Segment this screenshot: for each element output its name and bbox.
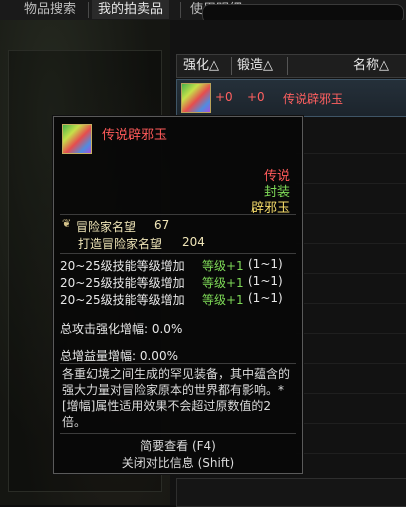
list-item[interactable] — [296, 245, 406, 274]
listing-enhance: +0 — [215, 90, 233, 104]
list-item[interactable] — [296, 305, 406, 334]
list-item[interactable] — [296, 215, 406, 244]
skill-line-bonus: 等级+1 — [202, 293, 244, 307]
column-divider — [287, 57, 288, 75]
item-description: 各重幻境之间生成的罕见装备，其中蕴含的强大力量对冒险家原本的世界都有影响。*[增… — [62, 367, 291, 429]
list-item[interactable] — [296, 425, 406, 454]
item-title: 传说辟邪玉 — [102, 128, 168, 143]
close-compare-hint[interactable]: 关闭对比信息 (Shift) — [54, 454, 302, 471]
listing-forge: +0 — [247, 90, 265, 104]
craft-fame-label: 打造冒险家名望 — [78, 237, 163, 251]
skill-line-bonus: 等级+1 — [202, 259, 244, 273]
list-item[interactable] — [296, 365, 406, 394]
fame-label: 冒险家名望 — [76, 220, 137, 234]
tab-divider — [180, 2, 181, 18]
skill-line-bonus: 等级+1 — [202, 276, 244, 290]
list-item[interactable] — [296, 185, 406, 214]
listing-name: 传说辟邪玉 — [283, 92, 344, 106]
gain-amp-stat: 总增益量增幅: 0.00% — [60, 349, 178, 363]
column-enhance[interactable]: 强化△ — [183, 55, 219, 77]
item-tooltip: 传说辟邪玉 传说 封装 辟邪玉 ❦ 冒险家名望 67 打造冒险家名望 204 2… — [53, 116, 303, 474]
column-divider — [231, 57, 232, 75]
fame-value: 67 — [154, 218, 170, 232]
list-item[interactable] — [296, 275, 406, 304]
tab-my-auctions[interactable]: 我的拍卖品 — [92, 0, 170, 19]
crest-icon: ❦ — [62, 217, 72, 230]
list-item[interactable] — [296, 155, 406, 184]
tab-item-search[interactable]: 物品搜索 — [18, 0, 82, 19]
skill-line-range: (1~1) — [248, 257, 283, 271]
gem-icon — [181, 83, 211, 113]
attack-amp-stat: 总攻击强化增幅: 0.0% — [60, 322, 183, 336]
list-item[interactable] — [296, 335, 406, 364]
skill-line-range: (1~1) — [248, 291, 283, 305]
divider — [60, 363, 296, 364]
skill-line-text: 20~25级技能等级增加 — [60, 259, 185, 273]
craft-fame-value: 204 — [182, 235, 205, 249]
table-row[interactable]: +0 +0 传说辟邪玉 — [176, 79, 406, 117]
bottom-bar — [176, 478, 406, 507]
list-item[interactable] — [296, 125, 406, 154]
brief-view-hint[interactable]: 简要查看 (F4) — [54, 437, 302, 454]
tab-divider — [88, 2, 89, 18]
skill-line-range: (1~1) — [248, 274, 283, 288]
skill-line-text: 20~25级技能等级增加 — [60, 276, 185, 290]
list-item[interactable] — [296, 395, 406, 424]
skill-line-text: 20~25级技能等级增加 — [60, 293, 185, 307]
gem-icon — [62, 124, 92, 154]
column-name[interactable]: 名称△ — [353, 55, 389, 77]
divider — [60, 433, 296, 434]
column-forge[interactable]: 锻造△ — [237, 55, 273, 77]
divider — [60, 214, 296, 215]
list-column-header: 强化△ 锻造△ 名称△ — [176, 54, 406, 78]
divider — [60, 253, 296, 254]
